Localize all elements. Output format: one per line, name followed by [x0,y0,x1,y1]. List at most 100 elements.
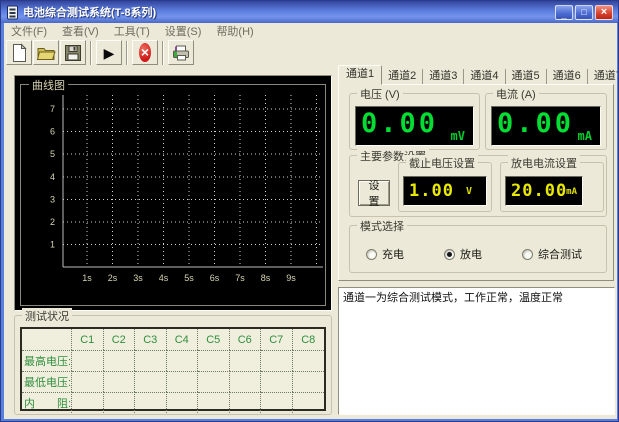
start-button[interactable]: ▶ [96,40,122,65]
new-file-button[interactable] [6,40,32,65]
discharge-current-unit: mA [566,187,577,197]
radio-icon-discharge[interactable] [444,249,455,260]
col-header-c8: C8 [293,329,325,350]
app-window: 电池综合测试系统(T-8系列) _ □ × 文件(F) 查看(V) 工具(T) 设置(… [0,0,619,422]
tab-channel-4[interactable]: 通道4 [464,69,505,85]
cutoff-voltage-value: 1.00 [409,181,454,201]
table-cell [167,392,199,413]
current-value: 0.00 [497,108,574,139]
mode-option-discharge[interactable]: 放电 [444,246,522,262]
mode-option-label: 放电 [460,246,482,262]
print-icon [171,43,191,63]
table-corner-cell [22,329,72,350]
curve-chart-panel: 曲线图 76543211s2s3s4s5s6s7s8s9s [14,75,332,311]
menu-item-help[interactable]: 帮助(H) [216,23,253,39]
maximize-button[interactable]: □ [575,5,593,20]
curve-chart: 76543211s2s3s4s5s6s7s8s9s [21,85,325,305]
svg-text:5: 5 [50,149,55,159]
cutoff-voltage-label: 截止电压设置 [406,155,478,171]
current-unit: mA [578,129,592,143]
svg-text:1s: 1s [82,273,92,283]
cutoff-voltage-unit: V [466,186,472,197]
curve-chart-groupbox: 曲线图 76543211s2s3s4s5s6s7s8s9s [20,84,326,306]
voltage-group-label: 电压 (V) [357,86,403,102]
discharge-current-value: 20.00 [511,181,567,201]
menu-item-settings[interactable]: 设置(S) [165,23,202,39]
svg-text:7: 7 [50,104,55,114]
radio-icon-combined-test[interactable] [522,249,533,260]
tab-channel-1[interactable]: 通道1 [338,65,382,85]
channel-tabs: 通道1通道2通道3通道4通道5通道6通道7通道8绘图通用 [338,67,616,85]
radio-icon-charge[interactable] [366,249,377,260]
voltage-group: 电压 (V) 0.00 mV [349,93,480,150]
table-cell [230,371,262,392]
menu-bar: 文件(F) 查看(V) 工具(T) 设置(S) 帮助(H) [4,23,617,39]
mode-option-label: 充电 [382,246,404,262]
print-button[interactable] [168,40,194,65]
svg-text:2: 2 [50,217,55,227]
current-group: 电流 (A) 0.00 mA [485,93,607,150]
menu-item-tools[interactable]: 工具(T) [114,23,150,39]
table-cell [135,392,167,413]
table-cell [167,350,199,371]
set-button[interactable]: 设置 [358,180,390,206]
minimize-icon: _ [561,10,567,20]
col-header-c2: C2 [104,329,136,350]
save-button[interactable] [60,40,86,65]
table-cell [293,350,325,371]
svg-text:1: 1 [50,240,55,250]
status-message-box[interactable]: 通道一为综合测试模式，工作正常，温度正常 [338,287,615,415]
cutoff-voltage-group: 截止电压设置 1.00 V [398,162,492,212]
row-label: 最低电压: [22,371,72,392]
table-cell [135,350,167,371]
mode-option-combined-test[interactable]: 综合测试 [522,246,600,262]
close-button[interactable]: × [595,5,613,20]
table-cell [261,350,293,371]
col-header-c5: C5 [198,329,230,350]
stop-icon: × [139,43,151,62]
table-cell [72,350,104,371]
table-cell [261,371,293,392]
toolbar-separator [126,41,128,65]
table-cell [104,350,136,371]
minimize-button[interactable]: _ [555,5,573,20]
discharge-current-group: 放电电流设置 20.00 mA [500,162,604,212]
tab-channel-6[interactable]: 通道6 [547,69,588,85]
stop-button[interactable]: × [132,40,158,65]
svg-text:2s: 2s [108,273,118,283]
col-header-c7: C7 [261,329,293,350]
tab-channel-7[interactable]: 通道7 [588,69,619,85]
voltage-value: 0.00 [361,108,438,139]
table-cell [72,371,104,392]
menu-item-file[interactable]: 文件(F) [11,23,47,39]
svg-text:4s: 4s [159,273,169,283]
save-icon [63,43,83,63]
toolbar: ▶× [4,39,617,66]
stop-x-glyph: × [141,45,149,59]
table-cell [167,371,199,392]
voltage-unit: mV [451,129,465,143]
table-cell [198,371,230,392]
toolbar-separator [162,41,164,65]
svg-text:5s: 5s [184,273,194,283]
discharge-current-label: 放电电流设置 [508,155,580,171]
table-cell [293,392,325,413]
tab-channel-5[interactable]: 通道5 [506,69,547,85]
mode-select-label: 模式选择 [357,218,407,234]
table-cell [198,392,230,413]
mode-option-charge[interactable]: 充电 [366,246,444,262]
svg-text:7s: 7s [235,273,245,283]
tab-channel-2[interactable]: 通道2 [382,69,423,85]
open-file-button[interactable] [33,40,59,65]
svg-text:6s: 6s [210,273,220,283]
mode-options: 充电 放电 综合测试 [366,246,600,262]
new-file-icon [9,43,29,63]
current-display: 0.00 mA [491,106,601,146]
col-header-c1: C1 [72,329,104,350]
menu-item-view[interactable]: 查看(V) [62,23,99,39]
test-status-group: 测试状况 C1C2C3C4C5C6C7C8最高电压:最低电压:内 阻: [14,315,332,415]
tab-channel-3[interactable]: 通道3 [423,69,464,85]
test-status-label: 测试状况 [22,308,72,324]
status-message-text: 通道一为综合测试模式，工作正常，温度正常 [343,292,563,304]
window-title: 电池综合测试系统(T-8系列) [23,4,555,20]
